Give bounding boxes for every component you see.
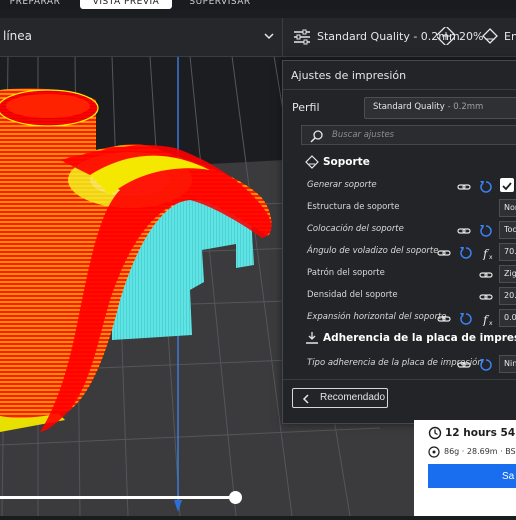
print-settings-summary[interactable]: Standard Quality - 0.2mm 20% Enc [283, 18, 516, 56]
profile-variant: - 0.2mm [444, 102, 484, 112]
setting-horizontal-expansion[interactable]: Expansión horizontal del soporte fx 0.0 [307, 307, 516, 329]
layer-slider[interactable] [0, 490, 245, 506]
link-icon[interactable] [457, 223, 471, 242]
layer-slider-handle[interactable] [229, 491, 242, 504]
reset-icon[interactable] [479, 357, 493, 376]
settings-list: Soporte Generar soporte Estructura de so… [283, 149, 516, 379]
material-usage-value: 86g · 28.69m · BS 13 [444, 447, 516, 456]
support-icon [305, 155, 319, 172]
adhesion-icon [305, 331, 319, 348]
view-type-label: línea [3, 29, 33, 43]
save-button[interactable]: Sa [428, 464, 516, 488]
recommended-label: Recomendado [320, 392, 386, 403]
profile-label: Perfil [292, 101, 320, 114]
spool-icon [428, 446, 440, 460]
link-icon[interactable] [457, 179, 471, 198]
panel-header: Ajustes de impresión [283, 61, 516, 90]
setting-label: Ángulo de voladizo del soporte [307, 246, 439, 256]
clock-icon [428, 426, 442, 443]
setting-label: Patrón del soporte [307, 268, 385, 278]
setting-value[interactable]: Toca [499, 221, 516, 239]
reset-icon[interactable] [479, 223, 493, 242]
setting-value[interactable]: Zigz [499, 265, 516, 283]
setting-label: Colocación del soporte [307, 224, 404, 234]
setting-value[interactable]: 70.0 [499, 243, 516, 261]
profile-select[interactable]: Standard Quality - 0.2mm [364, 97, 516, 119]
setting-label: Generar soporte [307, 180, 377, 190]
setting-generate-support[interactable]: Generar soporte [307, 175, 516, 197]
generate-support-checkbox[interactable] [500, 178, 514, 192]
setting-label: Expansión horizontal del soporte [307, 312, 447, 322]
layer-slider-track[interactable] [0, 496, 236, 499]
print-estimate-card: 12 hours 54 min 86g · 28.69m · BS 13 Sa [414, 420, 516, 516]
tab-monitor[interactable]: SUPERVISAR [180, 0, 260, 9]
tab-prepare[interactable]: PREPARAR [0, 0, 70, 9]
setting-label: Densidad del soporte [307, 290, 398, 300]
panel-title: Ajustes de impresión [291, 69, 407, 82]
print-settings-panel: Ajustes de impresión Perfil Standard Qua… [282, 60, 516, 424]
infill-label: 20% [459, 30, 484, 43]
material-usage: 86g · 28.69m · BS 13 [428, 446, 516, 460]
top-tab-bar: PREPARAR VISTA PREVIA SUPERVISAR [0, 0, 516, 10]
link-icon[interactable] [479, 289, 493, 308]
setting-value[interactable]: Ning [499, 355, 516, 373]
setting-value[interactable]: 20.0 [499, 287, 516, 305]
view-toolbar: línea Standard Quality - 0.2mm 20% Enc [0, 18, 516, 57]
panel-footer: Recomendado [283, 379, 516, 424]
setting-support-pattern[interactable]: Patrón del soporte Zigz [307, 263, 516, 285]
sliders-icon [293, 28, 311, 50]
search-input[interactable] [332, 128, 512, 142]
chevron-down-icon [262, 28, 276, 42]
category-adhesion-label: Adherencia de la placa de impresión [323, 332, 516, 344]
tab-preview[interactable]: VISTA PREVIA [80, 0, 172, 9]
svg-text:x: x [489, 254, 493, 260]
adhesion-icon [481, 27, 499, 49]
setting-value[interactable]: 0.0 [499, 309, 516, 327]
chevron-left-icon [301, 394, 311, 407]
recommended-button[interactable]: Recomendado [292, 388, 388, 408]
setting-support-structure[interactable]: Estructura de soporte Nor [307, 197, 516, 219]
svg-text:x: x [489, 320, 493, 326]
reset-icon[interactable] [459, 311, 473, 330]
setting-support-placement[interactable]: Colocación del soporte Toca [307, 219, 516, 241]
function-icon[interactable]: fx [481, 311, 495, 330]
setting-adhesion-type[interactable]: Tipo adherencia de la placa de impresión… [307, 353, 516, 375]
reset-icon[interactable] [479, 179, 493, 198]
search-icon [310, 128, 324, 147]
setting-value[interactable]: Nor [499, 199, 516, 217]
search-box[interactable] [301, 125, 516, 145]
support-icon [435, 25, 457, 49]
adhesion-label: Enc [504, 30, 516, 43]
function-icon[interactable]: fx [481, 245, 495, 264]
link-icon[interactable] [457, 357, 471, 376]
setting-support-density[interactable]: Densidad del soporte 20.0 [307, 285, 516, 307]
link-icon[interactable] [437, 245, 451, 264]
setting-overhang-angle[interactable]: Ángulo de voladizo del soporte fx 70.0 [307, 241, 516, 263]
print-time-value: 12 hours 54 min [445, 427, 516, 439]
category-support-label: Soporte [323, 156, 370, 168]
link-icon[interactable] [437, 311, 451, 330]
view-type-select[interactable]: línea [0, 18, 283, 56]
link-icon[interactable] [479, 267, 493, 286]
profile-name: Standard Quality [373, 102, 445, 112]
reset-icon[interactable] [459, 245, 473, 264]
setting-label: Estructura de soporte [307, 202, 400, 212]
